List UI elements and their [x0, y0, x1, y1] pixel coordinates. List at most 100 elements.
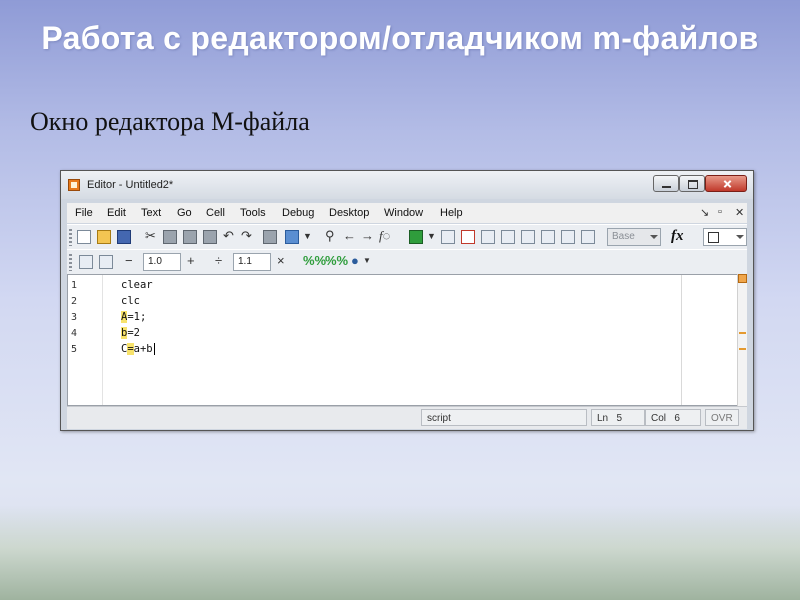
- find-icon[interactable]: ⚲: [325, 228, 335, 244]
- layout-combo[interactable]: [703, 228, 747, 246]
- minimize-button[interactable]: [653, 175, 679, 192]
- code-text: a+b: [133, 343, 153, 355]
- code-text: clc: [121, 295, 140, 307]
- menu-cell[interactable]: Cell: [206, 207, 225, 219]
- line-value: 5: [616, 413, 623, 424]
- menu-edit[interactable]: Edit: [107, 207, 126, 219]
- menu-desktop[interactable]: Desktop: [329, 207, 369, 219]
- redo-icon[interactable]: ↷: [241, 228, 252, 244]
- line-label: Ln: [597, 413, 609, 424]
- menu-go[interactable]: Go: [177, 207, 192, 219]
- stack-combo-value: Base: [612, 231, 635, 242]
- find-files-icon[interactable]: [285, 230, 299, 244]
- toolbar-grip[interactable]: [69, 254, 72, 271]
- cell-help-icon[interactable]: ●: [351, 253, 359, 269]
- menu-tools[interactable]: Tools: [240, 207, 266, 219]
- code-line[interactable]: clear: [121, 279, 153, 291]
- line-number: 4: [71, 328, 78, 339]
- code-text: clear: [121, 279, 153, 291]
- slide-subtitle: Окно редактора M-файла: [30, 107, 310, 136]
- print-icon[interactable]: [263, 230, 277, 244]
- chevron-down-icon: [650, 235, 658, 239]
- vertical-scrollbar[interactable]: [737, 274, 747, 406]
- line-number: 3: [71, 312, 78, 323]
- function-browser-icon[interactable]: f◌: [379, 228, 390, 244]
- decrement-value-input[interactable]: 1.0: [143, 253, 181, 271]
- open-file-icon[interactable]: [97, 230, 111, 244]
- close-button[interactable]: [705, 175, 747, 192]
- menu-help[interactable]: Help: [440, 207, 463, 219]
- clear-breakpoints-icon[interactable]: [461, 230, 475, 244]
- undock-icon[interactable]: ↘: [700, 206, 709, 219]
- background-footer-band: [0, 505, 800, 600]
- set-breakpoint-icon[interactable]: [441, 230, 455, 244]
- code-line[interactable]: b=2: [121, 327, 140, 339]
- cell-help-dropdown-icon[interactable]: ▼: [363, 253, 371, 269]
- step-out-icon[interactable]: [521, 230, 535, 244]
- maximize-button[interactable]: [679, 175, 705, 192]
- multiply-value-input[interactable]: 1.1: [233, 253, 271, 271]
- toolbar-grip[interactable]: [69, 229, 72, 246]
- column-label: Col: [651, 413, 667, 424]
- close-doc-icon[interactable]: ✕: [735, 206, 744, 219]
- decrement-button[interactable]: −: [125, 253, 133, 269]
- code-line[interactable]: C=a+b: [121, 343, 155, 355]
- cut-icon[interactable]: ✂: [145, 228, 156, 244]
- cell-eval-icon[interactable]: [99, 255, 113, 269]
- run-dropdown-icon[interactable]: ▼: [427, 228, 436, 244]
- back-icon[interactable]: ←: [343, 228, 356, 244]
- code-text: =2: [127, 327, 140, 339]
- undo-icon[interactable]: ↶: [223, 228, 234, 244]
- clipboard-icon[interactable]: [203, 230, 217, 244]
- step-icon[interactable]: [481, 230, 495, 244]
- line-number: 5: [71, 344, 78, 355]
- menu-window[interactable]: Window: [384, 207, 423, 219]
- line-number: 1: [71, 280, 78, 291]
- window-title: Editor - Untitled2*: [87, 179, 174, 191]
- stack-combo[interactable]: Base: [607, 228, 661, 246]
- matlab-editor-icon: [68, 179, 80, 191]
- menu-text[interactable]: Text: [141, 207, 161, 219]
- menu-bar: File Edit Text Go Cell Tools Debug Deskt…: [67, 203, 747, 223]
- new-file-icon[interactable]: [77, 230, 91, 244]
- code-text: =1;: [127, 311, 147, 323]
- forward-icon[interactable]: →: [361, 228, 374, 244]
- right-text-margin: [681, 275, 682, 405]
- multiply-button[interactable]: ×: [277, 253, 285, 269]
- mlint-marker[interactable]: [739, 348, 746, 350]
- copy-icon[interactable]: [163, 230, 177, 244]
- menu-debug[interactable]: Debug: [282, 207, 314, 219]
- restore-icon[interactable]: ▫: [718, 206, 722, 218]
- increment-button[interactable]: +: [187, 253, 195, 269]
- cell-toolbar: − 1.0 + ÷ 1.1 × %% %% ● ▼: [67, 249, 747, 276]
- code-line[interactable]: clc: [121, 295, 140, 307]
- paste-icon[interactable]: [183, 230, 197, 244]
- line-number-gutter: 1 2 3 4 5: [68, 275, 103, 405]
- status-mode: script: [421, 409, 587, 426]
- code-line[interactable]: A=1;: [121, 311, 146, 323]
- cell-mode-icon[interactable]: [79, 255, 93, 269]
- title-bar[interactable]: Editor - Untitled2*: [61, 171, 753, 199]
- text-caret: [153, 343, 155, 355]
- code-editor[interactable]: 1 2 3 4 5 clear clc A=1; b=2 C=a+b: [67, 274, 739, 406]
- stack-icon[interactable]: [581, 230, 595, 244]
- line-number: 2: [71, 296, 78, 307]
- chevron-down-icon: [736, 235, 744, 239]
- column-value: 6: [674, 413, 680, 424]
- divide-button[interactable]: ÷: [215, 253, 222, 269]
- exit-debug-icon[interactable]: [561, 230, 575, 244]
- insert-cell-divider-icon[interactable]: %%: [303, 253, 326, 269]
- save-icon[interactable]: [117, 230, 131, 244]
- mlint-marker[interactable]: [739, 332, 746, 334]
- step-in-icon[interactable]: [501, 230, 515, 244]
- fx-icon[interactable]: fx: [671, 228, 684, 245]
- menu-file[interactable]: File: [75, 207, 93, 219]
- slide-title: Работа с редактором/отладчиком m-файлов: [41, 20, 759, 56]
- continue-icon[interactable]: [541, 230, 555, 244]
- run-icon[interactable]: [409, 230, 423, 244]
- dropdown-arrow-icon[interactable]: ▼: [303, 228, 312, 244]
- status-bar: script Ln 5 Col 6 OVR: [67, 406, 747, 429]
- warning-indicator-icon[interactable]: [738, 274, 747, 283]
- status-line: Ln 5: [591, 409, 645, 426]
- remove-cell-divider-icon[interactable]: %%: [325, 253, 348, 269]
